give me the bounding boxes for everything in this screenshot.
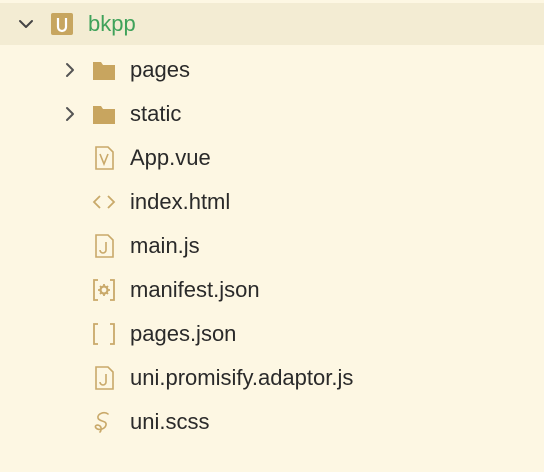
manifest-file-icon: [92, 278, 116, 302]
tree-item-pages-json[interactable]: pages.json: [0, 312, 544, 356]
js-file-icon: [92, 234, 116, 258]
tree-item-label: index.html: [130, 189, 231, 214]
file-explorer-tree: bkpp pages static App.vue index.html mai…: [0, 0, 544, 472]
tree-item-label: static: [130, 101, 182, 126]
tree-item-index-html[interactable]: index.html: [0, 180, 544, 224]
html-file-icon: [92, 190, 116, 214]
folder-icon: [92, 102, 116, 126]
tree-item-app-vue[interactable]: App.vue: [0, 136, 544, 180]
tree-item-pages[interactable]: pages: [0, 48, 544, 92]
tree-item-label: uni.promisify.adaptor.js: [130, 365, 354, 390]
vue-file-icon: [92, 146, 116, 170]
uni-project-icon: [50, 12, 74, 36]
scss-file-icon: [92, 410, 116, 434]
folder-icon: [92, 58, 116, 82]
tree-item-label: manifest.json: [130, 277, 260, 302]
chevron-right-icon[interactable]: [60, 104, 80, 124]
tree-item-manifest-json[interactable]: manifest.json: [0, 268, 544, 312]
tree-item-label: pages: [130, 57, 190, 82]
tree-item-label: pages.json: [130, 321, 237, 346]
tree-item-label: App.vue: [130, 145, 211, 170]
tree-item-main-js[interactable]: main.js: [0, 224, 544, 268]
tree-item-uni-scss[interactable]: uni.scss: [0, 400, 544, 444]
tree-item-static[interactable]: static: [0, 92, 544, 136]
tree-item-label: main.js: [130, 233, 200, 258]
json-file-icon: [92, 322, 116, 346]
project-root-row[interactable]: bkpp: [0, 3, 544, 45]
chevron-right-icon[interactable]: [60, 60, 80, 80]
tree-item-uni-promisify-adaptor-js[interactable]: uni.promisify.adaptor.js: [0, 356, 544, 400]
js-file-icon: [92, 366, 116, 390]
tree-item-label: uni.scss: [130, 409, 210, 434]
project-name: bkpp: [88, 11, 136, 36]
chevron-down-icon[interactable]: [16, 14, 36, 34]
